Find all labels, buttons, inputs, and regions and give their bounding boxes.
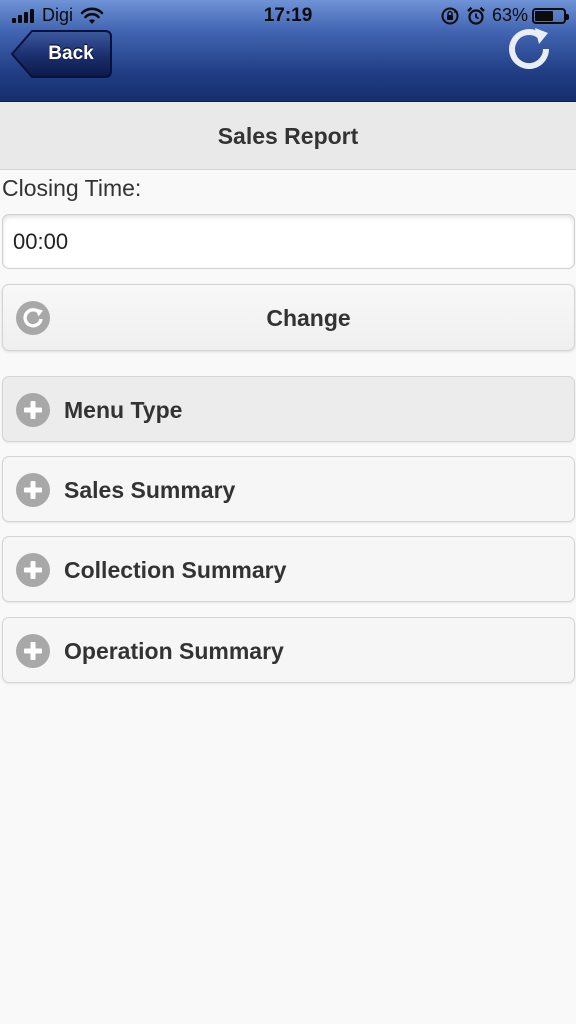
section-label: Menu Type <box>64 397 183 423</box>
section-label: Sales Summary <box>64 477 236 503</box>
battery-percent: 63% <box>491 5 528 25</box>
alarm-icon <box>467 6 485 25</box>
back-button-label: Back <box>48 43 94 64</box>
app-header: Digi 17:19 63% Back <box>0 0 576 102</box>
status-bar: Digi 17:19 63% <box>0 0 576 32</box>
closing-time-label: Closing Time: <box>2 175 142 201</box>
section-label: Operation Summary <box>64 638 284 664</box>
section-operation-summary[interactable]: Operation Summary <box>2 617 575 683</box>
change-button-label: Change <box>266 305 351 331</box>
change-button[interactable]: Change <box>2 284 575 351</box>
status-bar-right: 63% <box>440 5 569 26</box>
section-label: Collection Summary <box>64 557 287 583</box>
battery-level <box>535 10 553 21</box>
page-title: Sales Report <box>0 102 576 170</box>
section-menu-type[interactable]: Menu Type <box>2 376 575 442</box>
plus-icon <box>16 393 50 427</box>
plus-icon <box>16 553 50 587</box>
closing-time-input[interactable] <box>2 214 575 269</box>
section-collection-summary[interactable]: Collection Summary <box>2 536 575 602</box>
refresh-icon[interactable] <box>504 24 554 74</box>
section-sales-summary[interactable]: Sales Summary <box>2 456 575 522</box>
battery-icon <box>532 7 569 24</box>
plus-icon <box>16 634 50 668</box>
screen-lock-rotation-icon <box>441 7 459 24</box>
back-button[interactable]: Back <box>10 29 113 79</box>
plus-icon <box>16 473 50 507</box>
